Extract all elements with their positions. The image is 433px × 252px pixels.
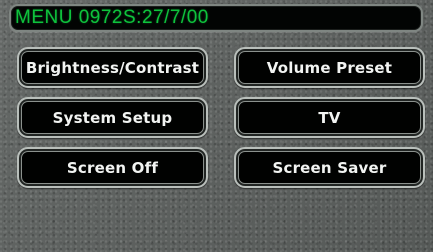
menu-screen: MENU 0972S:27/7/00 Brightness/Contrast V… (0, 0, 433, 252)
brightness-contrast-button[interactable]: Brightness/Contrast (17, 47, 208, 88)
tv-button[interactable]: TV (234, 97, 425, 138)
system-setup-button[interactable]: System Setup (17, 97, 208, 138)
title-bar: MENU 0972S:27/7/00 (9, 4, 423, 32)
menu-title: MENU 0972S:27/7/00 (15, 7, 209, 28)
screen-off-button[interactable]: Screen Off (17, 147, 208, 188)
volume-preset-button[interactable]: Volume Preset (234, 47, 425, 88)
screen-saver-button[interactable]: Screen Saver (234, 147, 425, 188)
